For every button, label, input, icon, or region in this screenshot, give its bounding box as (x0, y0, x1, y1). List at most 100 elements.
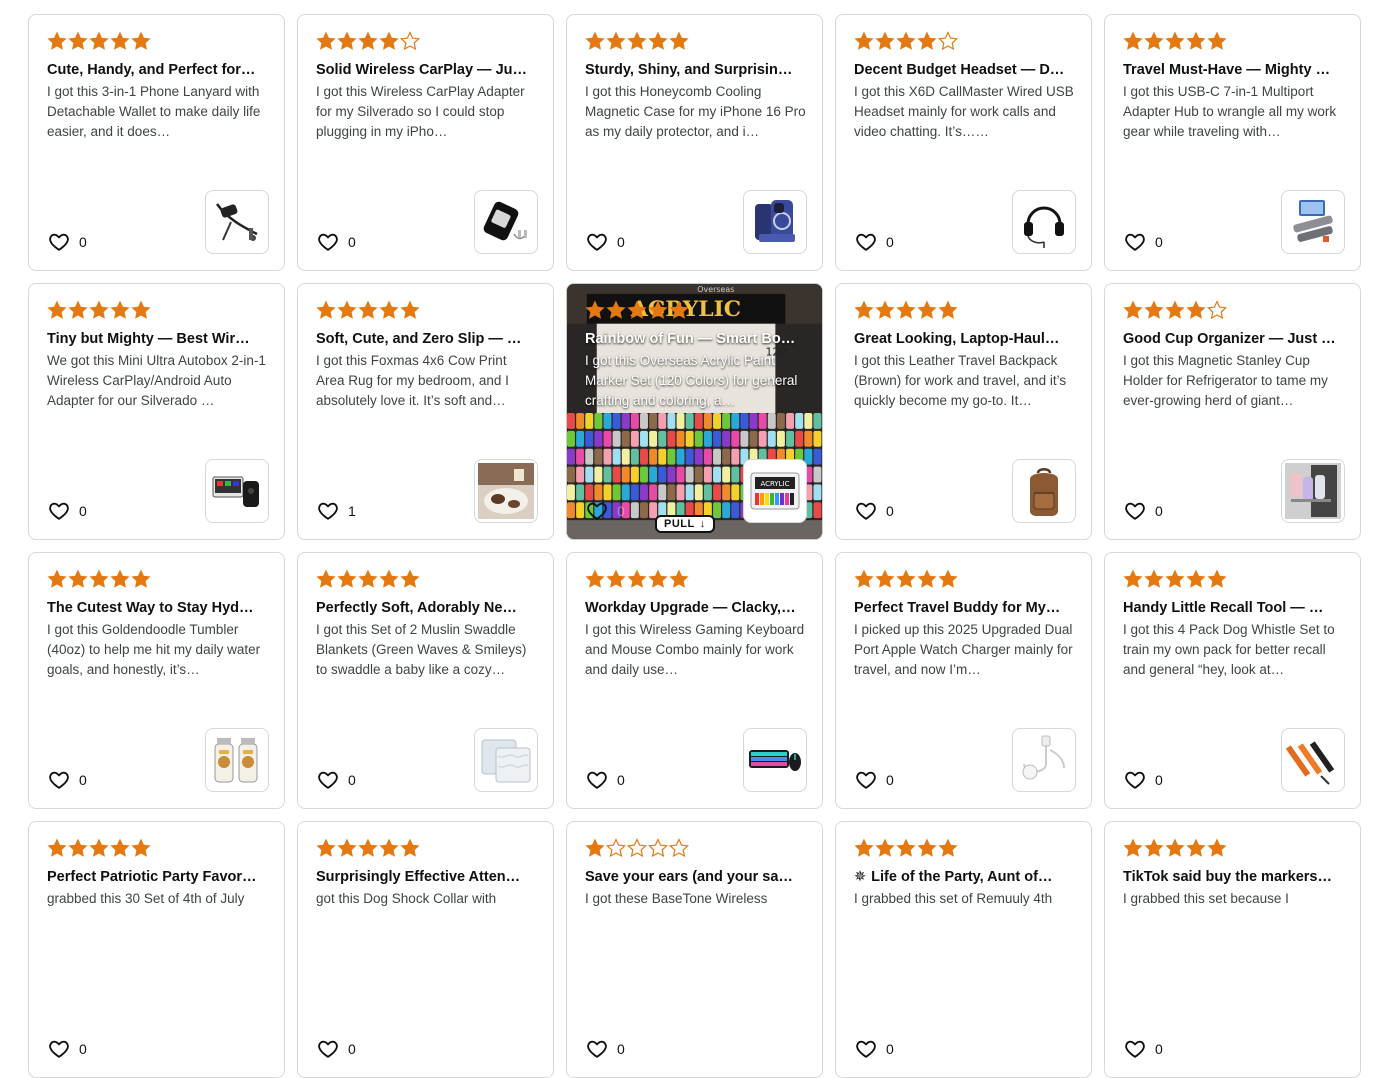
like-control[interactable]: 0 (48, 1038, 87, 1060)
review-title[interactable]: Solid Wireless CarPlay — Ju… (316, 60, 536, 80)
like-control[interactable]: 0 (855, 500, 894, 522)
product-thumbnail[interactable] (205, 728, 269, 792)
review-title[interactable]: Perfect Travel Buddy for My… (854, 598, 1074, 618)
heart-icon[interactable] (1124, 231, 1146, 253)
review-card[interactable]: ✵ Life of the Party, Aunt of… I grabbed th… (835, 821, 1092, 1078)
review-card[interactable]: Handy Little Recall Tool — … I got this 4… (1104, 552, 1361, 809)
pull-tab-button[interactable]: PULL ↓ (655, 515, 715, 533)
review-title[interactable]: Handy Little Recall Tool — … (1123, 598, 1343, 618)
review-title[interactable]: TikTok said buy the markers… (1123, 867, 1343, 887)
like-control[interactable]: 0 (48, 769, 87, 791)
star-filled-icon (47, 569, 67, 589)
heart-icon[interactable] (48, 500, 70, 522)
review-title[interactable]: Perfectly Soft, Adorably Ne… (316, 598, 536, 618)
product-thumbnail[interactable] (1281, 190, 1345, 254)
review-card[interactable]: Tiny but Mighty — Best Wir… We got this M… (28, 283, 285, 540)
product-thumbnail[interactable] (1281, 459, 1345, 523)
like-control[interactable]: 1 (317, 500, 356, 522)
product-thumbnail[interactable]: ACRYLIC (743, 459, 807, 523)
review-card[interactable]: Cute, Handy, and Perfect for… I got this … (28, 14, 285, 271)
heart-icon[interactable] (586, 500, 608, 522)
review-card[interactable]: Decent Budget Headset — D… I got this X6D… (835, 14, 1092, 271)
product-thumbnail[interactable] (474, 459, 538, 523)
heart-icon[interactable] (317, 231, 339, 253)
review-title[interactable]: Great Looking, Laptop-Haul… (854, 329, 1074, 349)
heart-icon[interactable] (317, 500, 339, 522)
like-control[interactable]: 0 (586, 500, 625, 522)
review-title[interactable]: Good Cup Organizer — Just … (1123, 329, 1343, 349)
review-title[interactable]: Travel Must-Have — Mighty … (1123, 60, 1343, 80)
star-filled-icon (337, 300, 357, 320)
like-control[interactable]: 0 (317, 769, 356, 791)
like-control[interactable]: 0 (855, 231, 894, 253)
product-thumbnail[interactable] (1012, 459, 1076, 523)
like-control[interactable]: 0 (586, 231, 625, 253)
heart-icon[interactable] (48, 1038, 70, 1060)
product-thumbnail[interactable] (474, 190, 538, 254)
product-thumbnail[interactable] (743, 728, 807, 792)
heart-icon[interactable] (48, 769, 70, 791)
like-control[interactable]: 0 (586, 1038, 625, 1060)
review-card[interactable]: Soft, Cute, and Zero Slip — … I got this … (297, 283, 554, 540)
review-card[interactable]: Good Cup Organizer — Just … I got this Ma… (1104, 283, 1361, 540)
review-card[interactable]: Workday Upgrade — Clacky,… I got this Wir… (566, 552, 823, 809)
review-title[interactable]: Surprisingly Effective Atten… (316, 867, 536, 887)
product-thumbnail[interactable] (743, 190, 807, 254)
like-control[interactable]: 0 (1124, 231, 1163, 253)
review-card[interactable]: Solid Wireless CarPlay — Ju… I got this W… (297, 14, 554, 271)
heart-icon[interactable] (317, 769, 339, 791)
product-thumbnail[interactable] (1012, 728, 1076, 792)
review-card[interactable]: Perfectly Soft, Adorably Ne… I got this S… (297, 552, 554, 809)
like-control[interactable]: 0 (855, 769, 894, 791)
review-card[interactable]: Great Looking, Laptop-Haul… I got this Le… (835, 283, 1092, 540)
heart-icon[interactable] (855, 231, 877, 253)
like-control[interactable]: 0 (317, 1038, 356, 1060)
like-control[interactable]: 0 (1124, 500, 1163, 522)
review-card[interactable]: Travel Must-Have — Mighty … I got this US… (1104, 14, 1361, 271)
review-title[interactable]: Decent Budget Headset — D… (854, 60, 1074, 80)
review-title[interactable]: Soft, Cute, and Zero Slip — … (316, 329, 536, 349)
review-card[interactable]: ACRYLICOverseas120Rainbow of Fun — Smart… (566, 283, 823, 540)
heart-icon[interactable] (586, 1038, 608, 1060)
review-title[interactable]: The Cutest Way to Stay Hyd… (47, 598, 267, 618)
product-thumbnail[interactable] (205, 190, 269, 254)
review-title[interactable]: Tiny but Mighty — Best Wir… (47, 329, 267, 349)
like-control[interactable]: 0 (586, 769, 625, 791)
review-card[interactable]: The Cutest Way to Stay Hyd… I got this Go… (28, 552, 285, 809)
heart-icon[interactable] (586, 231, 608, 253)
heart-icon[interactable] (1124, 1038, 1146, 1060)
product-thumbnail[interactable] (1012, 190, 1076, 254)
like-control[interactable]: 0 (1124, 769, 1163, 791)
review-title[interactable]: Perfect Patriotic Party Favor… (47, 867, 267, 887)
review-title[interactable]: Rainbow of Fun — Smart Bo… (585, 329, 805, 349)
review-card[interactable]: Save your ears (and your sa… I got these … (566, 821, 823, 1078)
heart-icon[interactable] (1124, 500, 1146, 522)
review-title[interactable]: Cute, Handy, and Perfect for… (47, 60, 267, 80)
star-empty-icon (648, 838, 668, 858)
heart-icon[interactable] (48, 231, 70, 253)
review-title[interactable]: Workday Upgrade — Clacky,… (585, 598, 805, 618)
heart-icon[interactable] (1124, 769, 1146, 791)
review-title[interactable]: Sturdy, Shiny, and Surprisin… (585, 60, 805, 80)
like-control[interactable]: 0 (48, 500, 87, 522)
review-card[interactable]: Surprisingly Effective Atten… got this Do… (297, 821, 554, 1078)
like-control[interactable]: 0 (317, 231, 356, 253)
review-title[interactable]: ✵ Life of the Party, Aunt of… (854, 867, 1074, 887)
heart-icon[interactable] (586, 769, 608, 791)
like-control[interactable]: 0 (855, 1038, 894, 1060)
star-filled-icon (47, 300, 67, 320)
heart-icon[interactable] (855, 500, 877, 522)
product-thumbnail[interactable] (1281, 728, 1345, 792)
heart-icon[interactable] (317, 1038, 339, 1060)
like-control[interactable]: 0 (1124, 1038, 1163, 1060)
review-card[interactable]: TikTok said buy the markers… I grabbed th… (1104, 821, 1361, 1078)
heart-icon[interactable] (855, 1038, 877, 1060)
product-thumbnail[interactable] (205, 459, 269, 523)
review-title[interactable]: Save your ears (and your sa… (585, 867, 805, 887)
review-card[interactable]: Sturdy, Shiny, and Surprisin… I got this … (566, 14, 823, 271)
review-card[interactable]: Perfect Travel Buddy for My… I picked up … (835, 552, 1092, 809)
heart-icon[interactable] (855, 769, 877, 791)
product-thumbnail[interactable] (474, 728, 538, 792)
review-card[interactable]: Perfect Patriotic Party Favor… grabbed th… (28, 821, 285, 1078)
like-control[interactable]: 0 (48, 231, 87, 253)
